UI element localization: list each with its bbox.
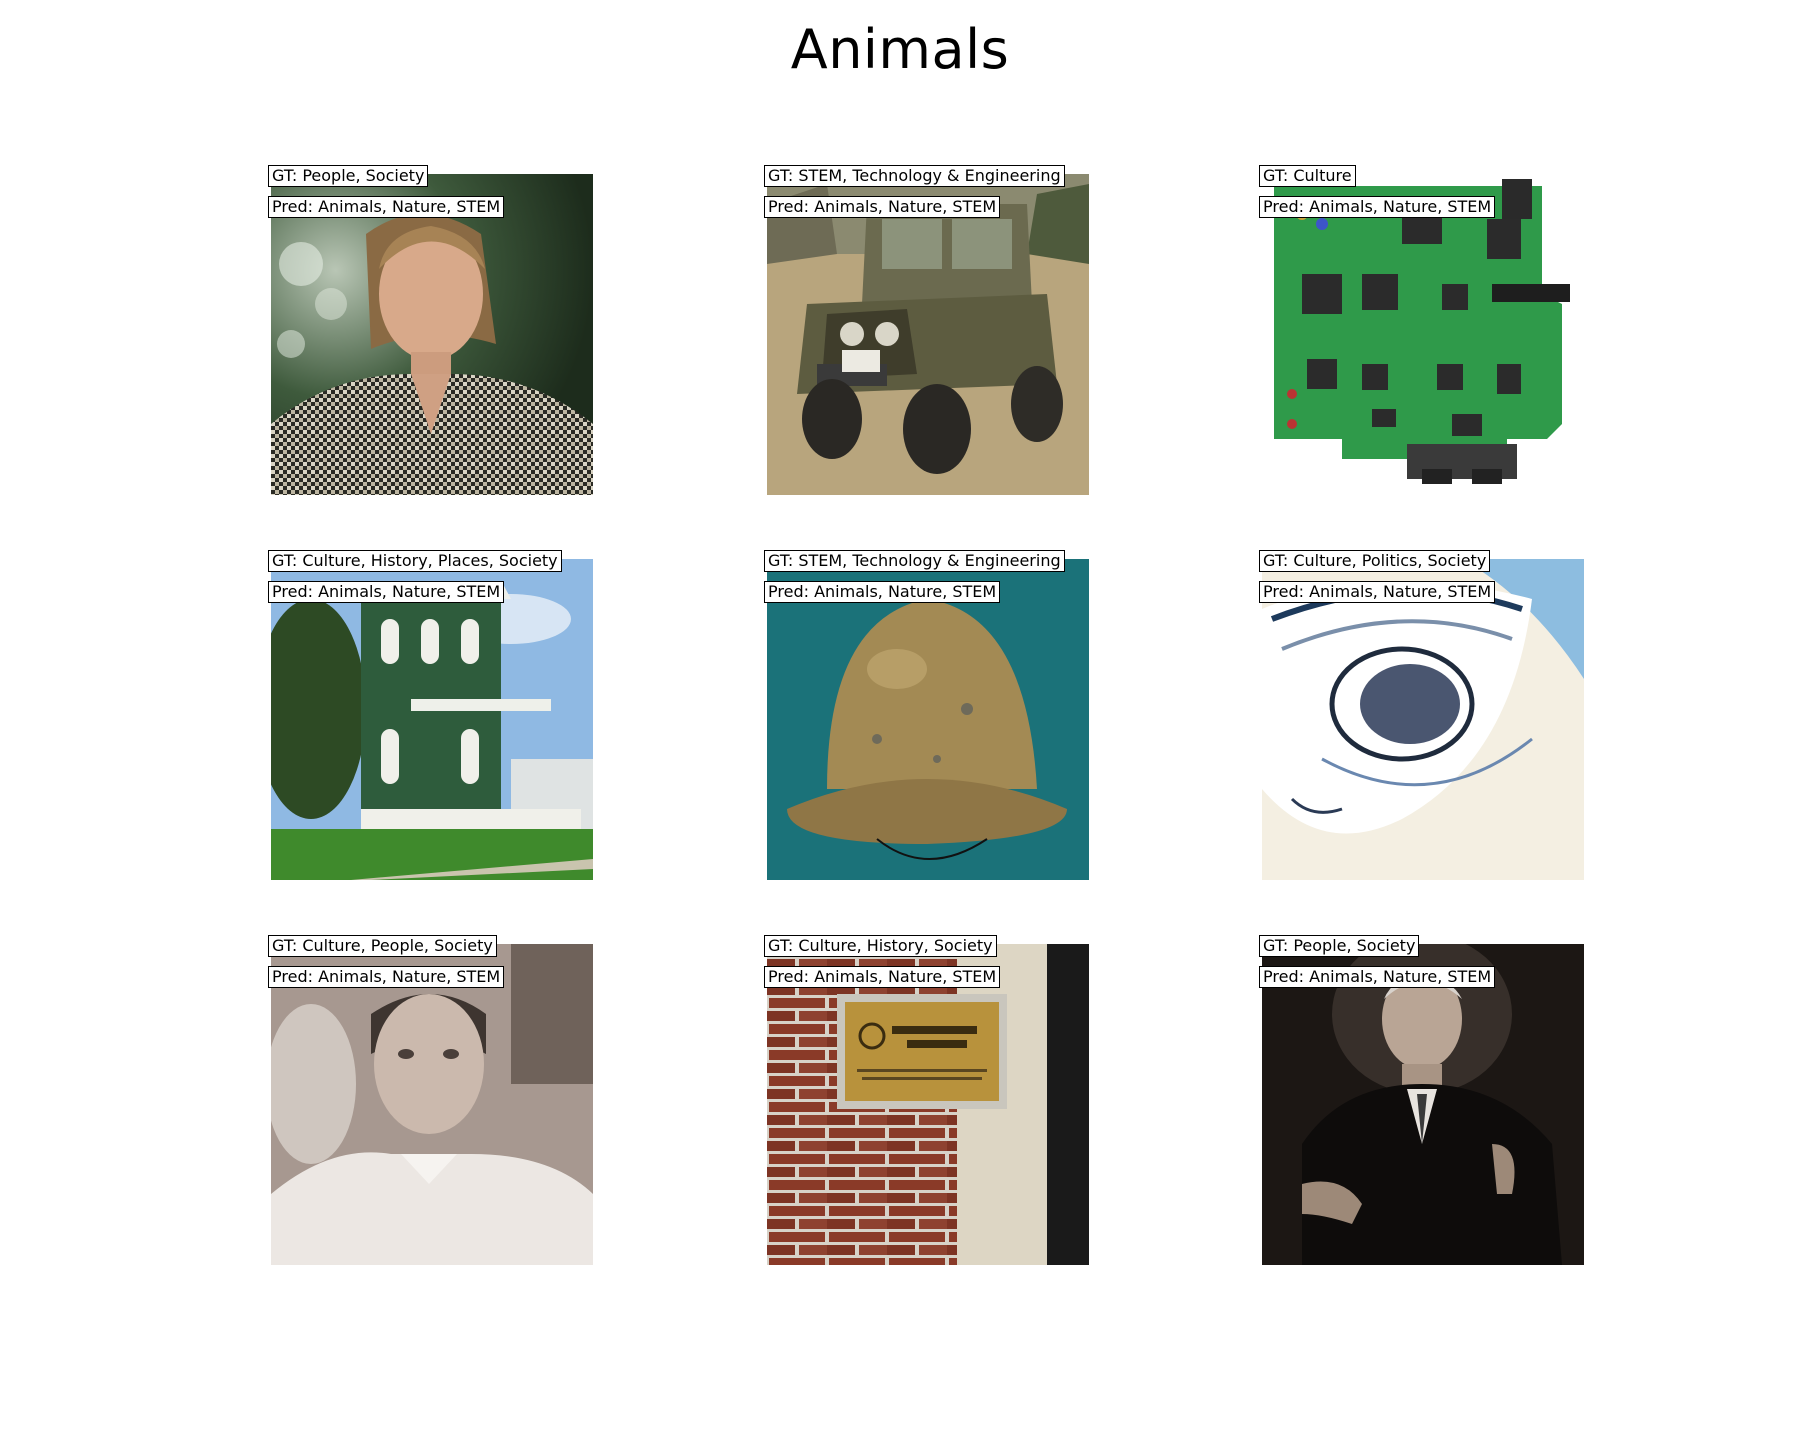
image-woman-portrait: [271, 174, 593, 495]
prediction-label: Pred: Animals, Nature, STEM: [1259, 966, 1496, 988]
prediction-label: Pred: Animals, Nature, STEM: [1259, 581, 1496, 603]
ground-truth-label: GT: STEM, Technology & Engineering: [764, 550, 1065, 572]
ground-truth-label: GT: People, Society: [1259, 935, 1420, 957]
ground-truth-label: GT: Culture: [1259, 165, 1356, 187]
image-seated-man-portrait: [1262, 944, 1584, 1265]
grid-cell: GT: Culture Pred: Animals, Nature, STEM: [1259, 165, 1584, 495]
image-spiral-staircase: [1262, 559, 1584, 880]
prediction-label: Pred: Animals, Nature, STEM: [764, 966, 1001, 988]
image-engineers-plaque: [767, 944, 1089, 1265]
grid-cell: GT: Culture, History, Society Pred: Anim…: [764, 935, 1089, 1265]
ground-truth-label: GT: Culture, History, Places, Society: [268, 550, 562, 572]
figure-title: Animals: [790, 18, 1010, 81]
ground-truth-label: GT: People, Society: [268, 165, 429, 187]
grid-cell: GT: Culture, History, Places, Society Pr…: [268, 550, 593, 880]
prediction-label: Pred: Animals, Nature, STEM: [268, 966, 505, 988]
prediction-label: Pred: Animals, Nature, STEM: [764, 196, 1001, 218]
ground-truth-label: GT: STEM, Technology & Engineering: [764, 165, 1065, 187]
grid-cell: GT: STEM, Technology & Engineering Pred:…: [764, 165, 1089, 495]
prediction-label: Pred: Animals, Nature, STEM: [268, 581, 505, 603]
grid-cell: GT: Culture, People, Society Pred: Anima…: [268, 935, 593, 1265]
grid-cell: GT: People, Society Pred: Animals, Natur…: [1259, 935, 1584, 1265]
image-victorian-house: [271, 559, 593, 880]
ground-truth-label: GT: Culture, Politics, Society: [1259, 550, 1491, 572]
prediction-label: Pred: Animals, Nature, STEM: [268, 196, 505, 218]
ground-truth-label: GT: Culture, People, Society: [268, 935, 497, 957]
image-military-jeep: [767, 174, 1089, 495]
image-circuit-board: [1262, 174, 1584, 495]
image-bronze-helmet: [767, 559, 1089, 880]
grid-cell: GT: People, Society Pred: Animals, Natur…: [268, 165, 593, 495]
ground-truth-label: GT: Culture, History, Society: [764, 935, 997, 957]
image-vintage-portrait: [271, 944, 593, 1265]
grid-cell: GT: STEM, Technology & Engineering Pred:…: [764, 550, 1089, 880]
prediction-label: Pred: Animals, Nature, STEM: [1259, 196, 1496, 218]
grid-cell: GT: Culture, Politics, Society Pred: Ani…: [1259, 550, 1584, 880]
prediction-label: Pred: Animals, Nature, STEM: [764, 581, 1001, 603]
